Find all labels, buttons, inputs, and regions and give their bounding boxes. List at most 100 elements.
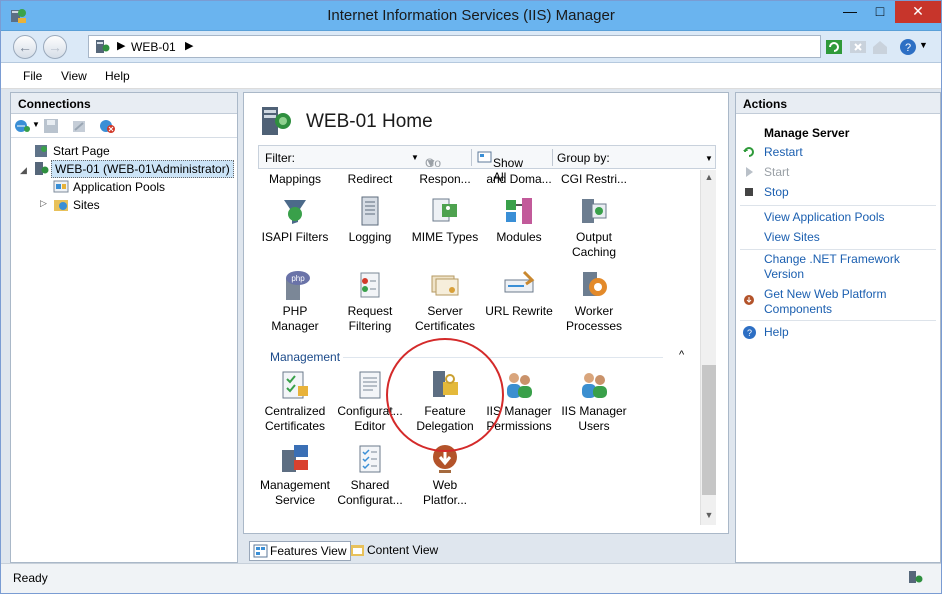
feature-server-certificates[interactable]: Server Certificates <box>408 268 482 334</box>
tab-features-view[interactable]: Features View <box>249 541 352 561</box>
action-restart[interactable]: Restart <box>764 145 803 160</box>
chevron-down-icon[interactable]: ▼ <box>705 154 713 163</box>
scroll-up-icon[interactable]: ▲ <box>701 172 717 182</box>
actions-divider <box>740 320 936 321</box>
status-bar: Ready <box>1 563 941 593</box>
connect-icon[interactable] <box>14 118 34 137</box>
feature-label: Web <box>432 478 458 492</box>
action-help[interactable]: Help <box>764 325 789 340</box>
features-scrollbar[interactable]: ▲ ▼ <box>700 170 716 525</box>
help-icon: ? <box>743 326 756 339</box>
feature-modules[interactable]: Modules <box>482 194 556 245</box>
title-bar: Internet Information Services (IIS) Mana… <box>1 1 941 31</box>
tree-label: Sites <box>73 198 100 212</box>
expand-icon[interactable]: ▷ <box>40 198 47 209</box>
feature-url-rewrite[interactable]: URL Rewrite <box>482 268 556 319</box>
connections-toolbar: ▼ <box>11 114 237 138</box>
output-caching-icon <box>582 199 607 223</box>
menu-file[interactable]: File <box>23 69 42 83</box>
isapi-filters-icon <box>284 200 306 224</box>
chevron-up-icon[interactable]: ^ <box>679 349 684 361</box>
modules-icon <box>506 198 532 224</box>
maximize-button[interactable]: □ <box>865 1 895 23</box>
group-divider <box>343 357 663 358</box>
worker-processes-icon <box>583 272 607 296</box>
scroll-down-icon[interactable]: ▼ <box>701 510 717 520</box>
action-view-sites[interactable]: View Sites <box>764 230 820 245</box>
feature-iis-manager-users[interactable]: IIS Manager Users <box>557 368 631 434</box>
feature-request-filtering[interactable]: Request Filtering <box>333 268 407 334</box>
svg-text:?: ? <box>747 328 752 338</box>
action-change-net-framework[interactable]: Change .NET Framework Version <box>764 252 900 282</box>
action-label: Components <box>764 302 833 316</box>
feature-label-cut[interactable]: Mappings <box>258 172 332 186</box>
configuration-editor-icon <box>359 371 381 399</box>
connections-panel: Connections ▼ Start Page ◢ WEB-01 (WEB-0… <box>10 92 238 563</box>
chevron-down-icon[interactable]: ▼ <box>32 120 40 129</box>
feature-management-service[interactable]: Management Service <box>258 442 332 508</box>
stop-icon[interactable] <box>849 38 867 56</box>
feature-label-cut[interactable]: CGI Restri... <box>557 172 631 186</box>
feature-label-cut[interactable]: and Doma... <box>482 172 556 186</box>
breadcrumb-separator-icon: ▶ <box>117 40 126 52</box>
feature-output-caching[interactable]: Output Caching <box>557 194 631 260</box>
home-icon[interactable] <box>871 38 889 56</box>
close-button[interactable]: ✕ <box>895 1 941 23</box>
feature-shared-configuration[interactable]: Shared Configurat... <box>333 442 407 508</box>
feature-label: Centralized <box>264 404 326 418</box>
breadcrumb-separator-icon[interactable]: ▶ <box>185 39 193 52</box>
feature-label-cut[interactable]: Redirect <box>333 172 407 186</box>
refresh-icon[interactable] <box>825 38 843 56</box>
svg-text:?: ? <box>905 42 911 54</box>
filter-input[interactable] <box>303 148 407 166</box>
server-home-icon <box>262 107 291 135</box>
actions-header: Actions <box>736 93 940 114</box>
action-view-application-pools[interactable]: View Application Pools <box>764 210 885 225</box>
save-icon[interactable] <box>43 118 59 137</box>
feature-mime-types[interactable]: MIME Types <box>408 194 482 245</box>
url-rewrite-icon <box>504 270 535 293</box>
forward-button[interactable]: → <box>43 35 67 59</box>
feature-isapi-filters[interactable]: ISAPI Filters <box>258 194 332 245</box>
group-header-management[interactable]: Management <box>270 350 340 364</box>
minimize-button[interactable]: — <box>835 1 865 23</box>
panel-area: Connections ▼ Start Page ◢ WEB-01 (WEB-0… <box>1 89 941 563</box>
show-all-button[interactable]: Show All <box>477 151 523 184</box>
delete-connection-icon[interactable] <box>99 118 117 137</box>
feature-logging[interactable]: Logging <box>333 194 407 245</box>
scroll-thumb[interactable] <box>702 365 716 495</box>
feature-label: Shared <box>350 478 390 492</box>
start-icon <box>746 167 753 177</box>
collapse-icon[interactable]: ◢ <box>20 165 27 176</box>
action-stop[interactable]: Stop <box>764 185 789 200</box>
help-dropdown-icon[interactable]: ? <box>899 38 917 56</box>
window-title: Internet Information Services (IIS) Mana… <box>327 7 615 24</box>
feature-label-cut[interactable]: Respon... <box>408 172 482 186</box>
divider <box>471 149 472 166</box>
actions-group-title: Manage Server <box>764 126 850 140</box>
feature-label: Configurat... <box>337 493 403 507</box>
address-field[interactable]: ▶ WEB-01 ▶ <box>88 35 821 58</box>
divider <box>552 149 553 166</box>
action-start[interactable]: Start <box>764 165 789 180</box>
view-tabs: Features View Content View <box>243 537 729 563</box>
feature-centralized-certificates[interactable]: Centralized Certificates <box>258 368 332 434</box>
feature-php-manager[interactable]: php PHP Manager <box>258 268 332 334</box>
chevron-down-icon[interactable]: ▼ <box>411 153 419 162</box>
php-icon: php <box>286 271 310 300</box>
breadcrumb-server[interactable]: WEB-01 <box>131 40 176 54</box>
feature-label: Platfor... <box>422 493 468 507</box>
iis-manager-window: Internet Information Services (IIS) Mana… <box>0 0 942 594</box>
chevron-down-icon[interactable]: ▼ <box>919 40 928 50</box>
disconnect-icon[interactable] <box>71 118 87 137</box>
feature-label: Management <box>259 478 331 492</box>
feature-label: PHP <box>282 304 308 318</box>
back-button[interactable]: ← <box>13 35 37 59</box>
action-get-new-web-platform-components[interactable]: Get New Web Platform Components <box>764 287 886 317</box>
menu-help[interactable]: Help <box>105 69 130 83</box>
menu-view[interactable]: View <box>61 69 87 83</box>
group-by-label[interactable]: Group by: <box>557 151 610 165</box>
feature-worker-processes[interactable]: Worker Processes <box>557 268 631 334</box>
server-certificates-icon <box>431 275 459 296</box>
tab-content-view[interactable]: Content View <box>347 541 442 561</box>
